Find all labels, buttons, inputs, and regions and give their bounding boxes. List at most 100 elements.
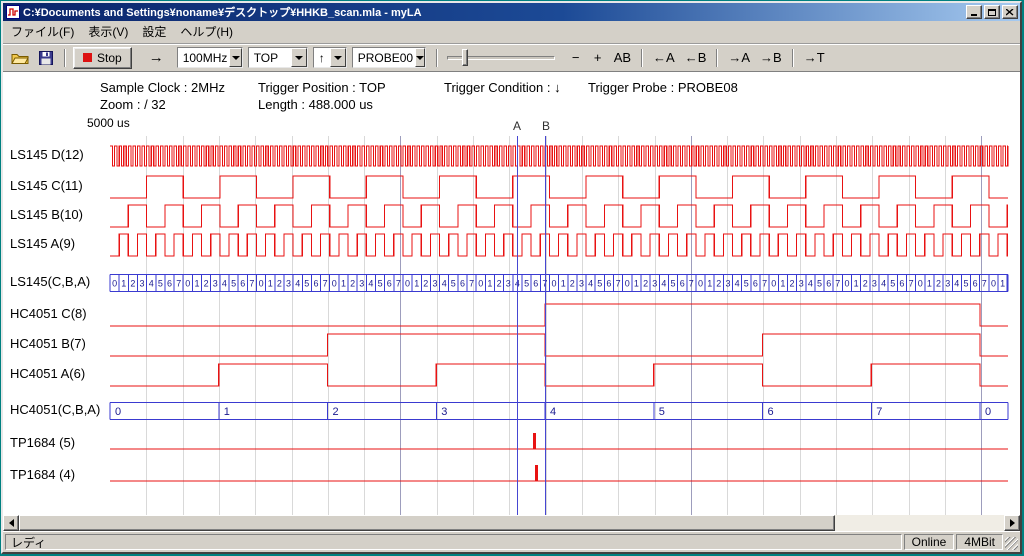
goto-a-button[interactable]: ←A — [648, 47, 680, 69]
cursor-a-label[interactable]: A — [513, 119, 521, 133]
status-memory: 4MBit — [956, 534, 1003, 550]
svg-text:0: 0 — [185, 278, 190, 288]
stop-icon — [83, 53, 92, 62]
svg-text:3: 3 — [799, 278, 804, 288]
run-button[interactable]: → — [144, 47, 169, 69]
svg-text:7: 7 — [469, 278, 474, 288]
channel-wave — [110, 234, 1008, 256]
svg-text:2: 2 — [277, 278, 282, 288]
probe-select[interactable]: PROBE00 — [352, 47, 426, 68]
trigger-position-select[interactable]: TOP — [248, 47, 308, 68]
svg-text:7: 7 — [876, 406, 882, 418]
channel-wave — [110, 465, 1008, 481]
svg-text:5: 5 — [304, 278, 309, 288]
channel-label: HC4051 B(7) — [10, 336, 108, 351]
svg-text:7: 7 — [396, 278, 401, 288]
chevron-down-icon[interactable] — [291, 48, 307, 67]
svg-text:5: 5 — [524, 278, 529, 288]
svg-text:7: 7 — [616, 278, 621, 288]
scroll-right-button[interactable] — [1004, 515, 1020, 531]
svg-text:5: 5 — [963, 278, 968, 288]
svg-text:1: 1 — [487, 278, 492, 288]
left-arrow-icon — [5, 519, 14, 527]
chevron-down-icon[interactable] — [330, 48, 346, 67]
close-button[interactable] — [1002, 5, 1018, 19]
horizontal-scrollbar[interactable] — [3, 515, 1020, 531]
ab-button[interactable]: AB — [609, 47, 636, 69]
menu-item-1[interactable]: 表示(V) — [81, 21, 135, 43]
menu-item-2[interactable]: 設定 — [135, 21, 173, 43]
svg-text:0: 0 — [259, 278, 264, 288]
svg-text:2: 2 — [716, 278, 721, 288]
window-title: C:¥Documents and Settings¥noname¥デスクトップ¥… — [23, 4, 964, 20]
svg-text:1: 1 — [1000, 278, 1005, 288]
right-arrow-icon — [1010, 519, 1019, 527]
svg-text:0: 0 — [115, 406, 121, 418]
waveform-canvas[interactable]: 0123456701234567012345670123456701234567… — [3, 72, 1020, 515]
svg-text:2: 2 — [570, 278, 575, 288]
goto-trigger-button[interactable]: →T — [799, 47, 830, 69]
svg-text:2: 2 — [130, 278, 135, 288]
chevron-down-icon[interactable] — [415, 48, 425, 67]
svg-text:1: 1 — [224, 406, 230, 418]
open-button[interactable] — [6, 47, 34, 69]
minimize-button[interactable] — [966, 5, 982, 19]
svg-text:0: 0 — [405, 278, 410, 288]
svg-text:6: 6 — [167, 278, 172, 288]
zoom-in-button[interactable]: + — [587, 47, 609, 69]
sample-clock-value: 100MHz — [178, 48, 230, 67]
svg-text:0: 0 — [332, 278, 337, 288]
channel-wave — [110, 304, 1008, 326]
open-folder-icon — [11, 51, 29, 65]
svg-text:5: 5 — [890, 278, 895, 288]
svg-text:7: 7 — [909, 278, 914, 288]
sample-clock-select[interactable]: 100MHz — [177, 47, 243, 68]
resize-grip[interactable] — [1005, 537, 1018, 550]
channel-label: LS145 B(10) — [10, 207, 108, 222]
maximize-icon — [988, 9, 996, 16]
svg-text:7: 7 — [835, 278, 840, 288]
waveform-area: 0123456701234567012345670123456701234567… — [3, 71, 1020, 515]
cursor-b-label[interactable]: B — [542, 119, 550, 133]
svg-text:0: 0 — [698, 278, 703, 288]
svg-text:7: 7 — [249, 278, 254, 288]
menu-item-0[interactable]: ファイル(F) — [4, 21, 81, 43]
channel-wave — [110, 176, 1008, 198]
trigger-edge-select[interactable]: ↑ — [313, 47, 347, 68]
maximize-button[interactable] — [984, 5, 1000, 19]
svg-text:5: 5 — [670, 278, 675, 288]
svg-text:6: 6 — [387, 278, 392, 288]
zoom-out-button[interactable]: − — [565, 47, 587, 69]
save-button[interactable] — [34, 47, 59, 69]
svg-text:4: 4 — [735, 278, 740, 288]
channel-label: HC4051(C,B,A) — [10, 402, 108, 417]
channel-wave: 012345670 — [110, 403, 1008, 420]
svg-text:7: 7 — [689, 278, 694, 288]
svg-text:1: 1 — [194, 278, 199, 288]
goto-b-forward-button[interactable]: →B — [755, 47, 787, 69]
svg-text:3: 3 — [872, 278, 877, 288]
svg-text:5: 5 — [231, 278, 236, 288]
toolbar-separator — [641, 49, 643, 67]
svg-text:6: 6 — [899, 278, 904, 288]
slider-thumb[interactable] — [462, 49, 468, 66]
chevron-down-icon[interactable] — [229, 48, 241, 67]
svg-text:3: 3 — [441, 406, 447, 418]
stop-button[interactable]: Stop — [73, 47, 132, 69]
svg-text:1: 1 — [341, 278, 346, 288]
svg-text:5: 5 — [744, 278, 749, 288]
scroll-left-button[interactable] — [3, 515, 19, 531]
svg-text:4: 4 — [661, 278, 666, 288]
svg-text:3: 3 — [432, 278, 437, 288]
svg-text:6: 6 — [460, 278, 465, 288]
goto-b-button[interactable]: ←B — [680, 47, 712, 69]
scrollbar-thumb[interactable] — [19, 515, 835, 531]
svg-text:1: 1 — [634, 278, 639, 288]
zoom-slider[interactable] — [445, 47, 557, 69]
svg-text:5: 5 — [158, 278, 163, 288]
svg-text:2: 2 — [789, 278, 794, 288]
menu-item-3[interactable]: ヘルプ(H) — [173, 21, 240, 43]
goto-a-forward-button[interactable]: →A — [723, 47, 755, 69]
svg-text:5: 5 — [597, 278, 602, 288]
channel-wave — [110, 433, 1008, 449]
